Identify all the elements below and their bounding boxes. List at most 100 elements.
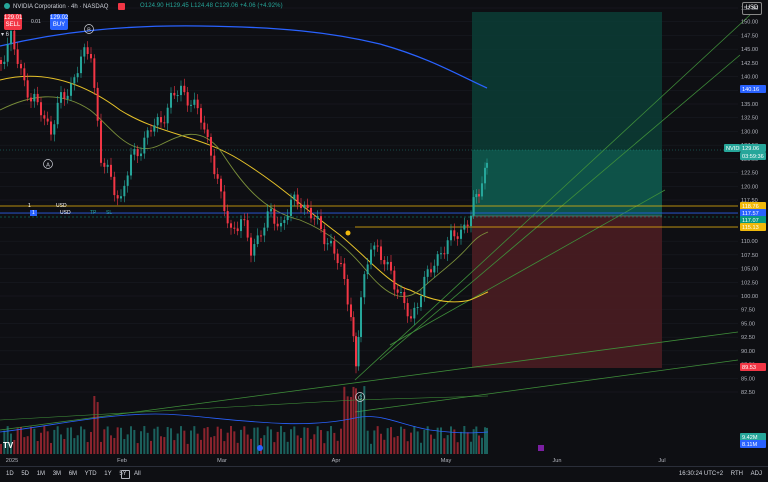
adjust-toggle[interactable]: ADJ — [751, 471, 762, 477]
volume-bar — [113, 438, 116, 454]
market-status-icon — [4, 3, 10, 9]
volume-bar — [170, 428, 172, 454]
volume-bar — [13, 439, 16, 454]
session-toggle[interactable]: RTH — [731, 471, 743, 477]
volume-bar — [433, 438, 436, 454]
volume-bar — [430, 434, 432, 454]
price-tick-label: 85.00 — [741, 376, 755, 382]
range-6m[interactable]: 6M — [69, 471, 77, 477]
range-1m[interactable]: 1M — [37, 471, 45, 477]
candle-body — [330, 240, 332, 244]
candle-body — [156, 117, 159, 126]
candle-body — [240, 219, 242, 232]
price-tick-label: 150.00 — [741, 20, 758, 26]
long-position-loss-zone — [472, 216, 662, 368]
stop-loss-label[interactable]: SL — [106, 210, 112, 216]
order-qty-2[interactable]: 1 — [30, 210, 37, 216]
candle-body — [226, 211, 229, 224]
range-ytd[interactable]: YTD — [85, 471, 97, 477]
close-icon[interactable] — [118, 3, 125, 10]
volume-bar — [453, 429, 456, 454]
price-tick-label: 145.00 — [741, 47, 758, 53]
candle-body — [373, 245, 376, 250]
clock: 16:30:24 UTC+2 — [678, 471, 724, 477]
volume-bar — [50, 442, 52, 454]
volume-bar — [475, 426, 478, 454]
order-qty-1[interactable]: 1 — [28, 203, 31, 209]
volume-bar — [176, 433, 179, 454]
price-tick-label: 140.00 — [741, 75, 758, 81]
candle-body — [336, 253, 339, 264]
volume-bar — [246, 434, 249, 454]
price-tag-label: 89.53 — [742, 365, 756, 371]
volume-bar — [123, 439, 126, 454]
volume-bar — [90, 431, 92, 454]
price-chart[interactable]: A B C 152.50150.00147.50145.00142.50140.… — [0, 0, 768, 481]
candle-body — [80, 56, 82, 74]
volume-bar — [233, 431, 236, 454]
calendar-icon[interactable] — [121, 470, 130, 479]
candle-body — [323, 229, 326, 245]
volume-bar — [400, 426, 402, 454]
range-3m[interactable]: 3M — [53, 471, 61, 477]
volume-bar — [380, 433, 382, 454]
volume-bar — [410, 432, 412, 454]
tradingview-logo-icon[interactable]: TV — [3, 441, 13, 450]
candle-body — [283, 220, 286, 223]
candle-body — [350, 304, 352, 318]
candle-body — [116, 195, 119, 199]
volume-bar — [193, 426, 196, 454]
volume-bar — [40, 432, 42, 454]
take-profit-label[interactable]: TP — [90, 210, 96, 216]
chevron-down-icon[interactable]: ▾ 6 — [1, 31, 9, 38]
range-1d[interactable]: 1D — [6, 471, 14, 477]
candle-body — [416, 307, 419, 309]
sell-button[interactable]: 129.01 SELL — [4, 14, 22, 30]
spread-value: 0.01 — [31, 19, 41, 25]
price-tag-label: 115.13 — [742, 225, 759, 231]
candle-body — [66, 95, 69, 99]
order-ccy-2[interactable]: USD — [60, 210, 71, 216]
sell-label: SELL — [5, 22, 21, 28]
candle-body — [276, 223, 279, 227]
volume-bar — [56, 426, 59, 454]
candle-body — [73, 77, 76, 84]
volume-bar — [280, 426, 282, 454]
candle-body — [310, 207, 312, 219]
currency-badge[interactable]: USD — [742, 2, 762, 15]
volume-bar — [73, 438, 76, 454]
event-marker — [257, 445, 263, 451]
range-1y[interactable]: 1Y — [104, 471, 111, 477]
volume-bar — [481, 437, 483, 454]
candle-body — [76, 73, 79, 78]
volume-bar — [366, 430, 369, 454]
volume-bar — [373, 430, 376, 454]
candle-body — [233, 227, 236, 229]
price-tick-label: 97.50 — [741, 308, 755, 314]
candle-body — [450, 230, 452, 241]
candle-body — [63, 92, 66, 99]
order-ccy-1[interactable]: USD — [56, 203, 67, 209]
volume-bar — [386, 428, 389, 454]
sell-price: 129.01 — [4, 15, 23, 21]
svg-text:A: A — [46, 163, 50, 169]
volume-bar — [80, 426, 82, 454]
volume-bar — [460, 431, 462, 454]
candle-body — [193, 99, 196, 105]
volume-bar — [226, 432, 229, 454]
range-all[interactable]: All — [134, 471, 141, 477]
volume-bar — [103, 429, 106, 454]
candle-body — [481, 183, 483, 197]
range-5d[interactable]: 5D — [21, 471, 29, 477]
svg-text:C: C — [358, 396, 362, 402]
candle-body — [266, 211, 269, 228]
candle-body — [343, 263, 346, 280]
candle-body — [90, 53, 92, 59]
candle-body — [196, 99, 199, 109]
volume-bar — [196, 433, 199, 454]
buy-button[interactable]: 129.02 BUY — [50, 14, 68, 30]
volume-bar — [323, 443, 326, 454]
volume-bar — [320, 430, 322, 454]
candle-body — [423, 276, 426, 297]
symbol-title[interactable]: NVIDIA Corporation · 4h · NASDAQ — [4, 3, 108, 10]
